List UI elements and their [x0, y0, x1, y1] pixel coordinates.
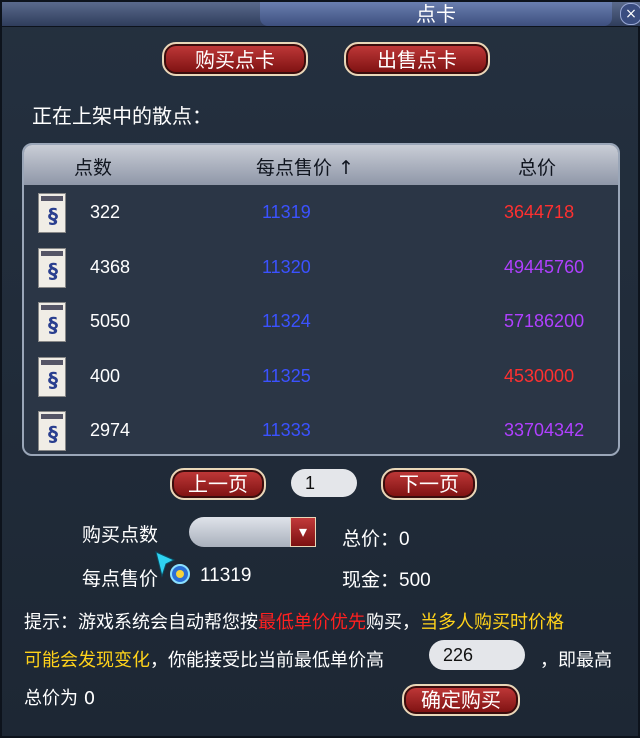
point-card-icon: § — [38, 247, 66, 288]
header-points[interactable]: 点数 — [74, 153, 112, 180]
max-extra-price-input[interactable]: 226 — [429, 640, 525, 670]
hint-prefix: 提示：游戏系统会自动帮您按 — [24, 612, 258, 633]
buy-card-button[interactable]: 购买点卡 — [162, 42, 308, 76]
table-row[interactable]: § 400 11325 4530000 — [24, 351, 618, 405]
row-total: 4530000 — [504, 365, 575, 386]
cash-label: 现金：500 — [342, 565, 431, 592]
point-card-icon: § — [38, 356, 66, 397]
cash-value: 500 — [399, 570, 431, 591]
title-bar: 点卡 × — [2, 2, 640, 27]
hint-line-2: 可能会发现变化，你能接受比当前最低单价高 — [24, 646, 384, 672]
total-value: 0 — [399, 529, 410, 550]
hint-line-1: 提示：游戏系统会自动帮您按最低单价优先购买，当多人购买时价格 — [24, 608, 564, 634]
buy-points-label: 购买点数 — [82, 524, 159, 546]
row-unit-price: 11324 — [262, 311, 311, 331]
point-card-icon: § — [38, 302, 66, 342]
table-row[interactable]: § 5050 11324 57186200 — [24, 296, 618, 350]
window-title: 点卡 — [260, 2, 612, 26]
row-total: 57186200 — [504, 311, 585, 331]
cash-label-text: 现金： — [342, 569, 400, 591]
row-points: 4368 — [90, 256, 131, 277]
hint-line2-rest: ，你能接受比当前最低单价高 — [150, 650, 384, 671]
row-points: 400 — [90, 365, 121, 386]
table-header: 点数 每点售价 ↑ 总价 — [24, 145, 618, 185]
hint-line2-end: ，即最高 — [540, 650, 612, 671]
total-label: 总价：0 — [342, 524, 410, 551]
magic-wand-cursor-icon — [155, 551, 190, 584]
listing-section-label: 正在上架中的散点： — [32, 104, 212, 128]
table-row[interactable]: § 4368 11320 49445760 — [24, 242, 618, 296]
row-total: 49445760 — [504, 256, 585, 277]
sell-card-button[interactable]: 出售点卡 — [344, 42, 490, 76]
close-button[interactable]: × — [620, 3, 640, 25]
prev-page-button[interactable]: 上一页 — [170, 468, 266, 500]
row-points: 5050 — [90, 311, 131, 331]
hint-highlight-yellow-2: 可能会发现变化 — [24, 650, 150, 671]
buy-points-input[interactable] — [189, 517, 291, 547]
total-label-text: 总价： — [342, 528, 400, 550]
hint-mid: 购买， — [366, 612, 420, 633]
row-points: 322 — [90, 202, 121, 222]
point-card-icon: § — [38, 193, 66, 233]
hint-highlight-red: 最低单价优先 — [258, 612, 366, 633]
header-unit-price[interactable]: 每点售价 ↑ — [256, 153, 354, 180]
header-unit-price-label: 每点售价 — [256, 157, 333, 179]
row-total: 33704342 — [504, 420, 585, 440]
table-row[interactable]: § 2974 11333 33704342 — [24, 405, 618, 454]
confirm-buy-button[interactable]: 确定购买 — [402, 684, 520, 716]
row-unit-price: 11320 — [262, 256, 311, 277]
row-unit-price: 11319 — [262, 202, 311, 222]
listing-table: 点数 每点售价 ↑ 总价 § 322 11319 3644718 § 4368 11320 4… — [22, 143, 620, 456]
chevron-down-icon[interactable]: ▾ — [290, 517, 316, 547]
next-page-button[interactable]: 下一页 — [381, 468, 477, 500]
unit-price-label: 每点售价 — [82, 568, 159, 590]
point-card-window: 点卡 × 购买点卡 出售点卡 正在上架中的散点： 点数 每点售价 ↑ 总价 § 3… — [0, 0, 640, 738]
row-unit-price: 11325 — [262, 365, 311, 386]
row-points: 2974 — [90, 420, 131, 440]
header-total[interactable]: 总价 — [518, 153, 556, 180]
unit-price-value: 11319 — [200, 565, 252, 586]
table-row[interactable]: § 322 11319 3644718 — [24, 187, 618, 241]
hint-highlight-yellow-1: 当多人购买时价格 — [420, 612, 564, 633]
sort-arrow-icon: ↑ — [338, 157, 354, 179]
row-total: 3644718 — [504, 202, 575, 222]
hint-line-3: 总价为 0 — [24, 688, 96, 709]
page-number-field[interactable]: 1 — [291, 469, 357, 497]
row-unit-price: 11333 — [262, 420, 311, 440]
point-card-icon: § — [38, 411, 66, 451]
